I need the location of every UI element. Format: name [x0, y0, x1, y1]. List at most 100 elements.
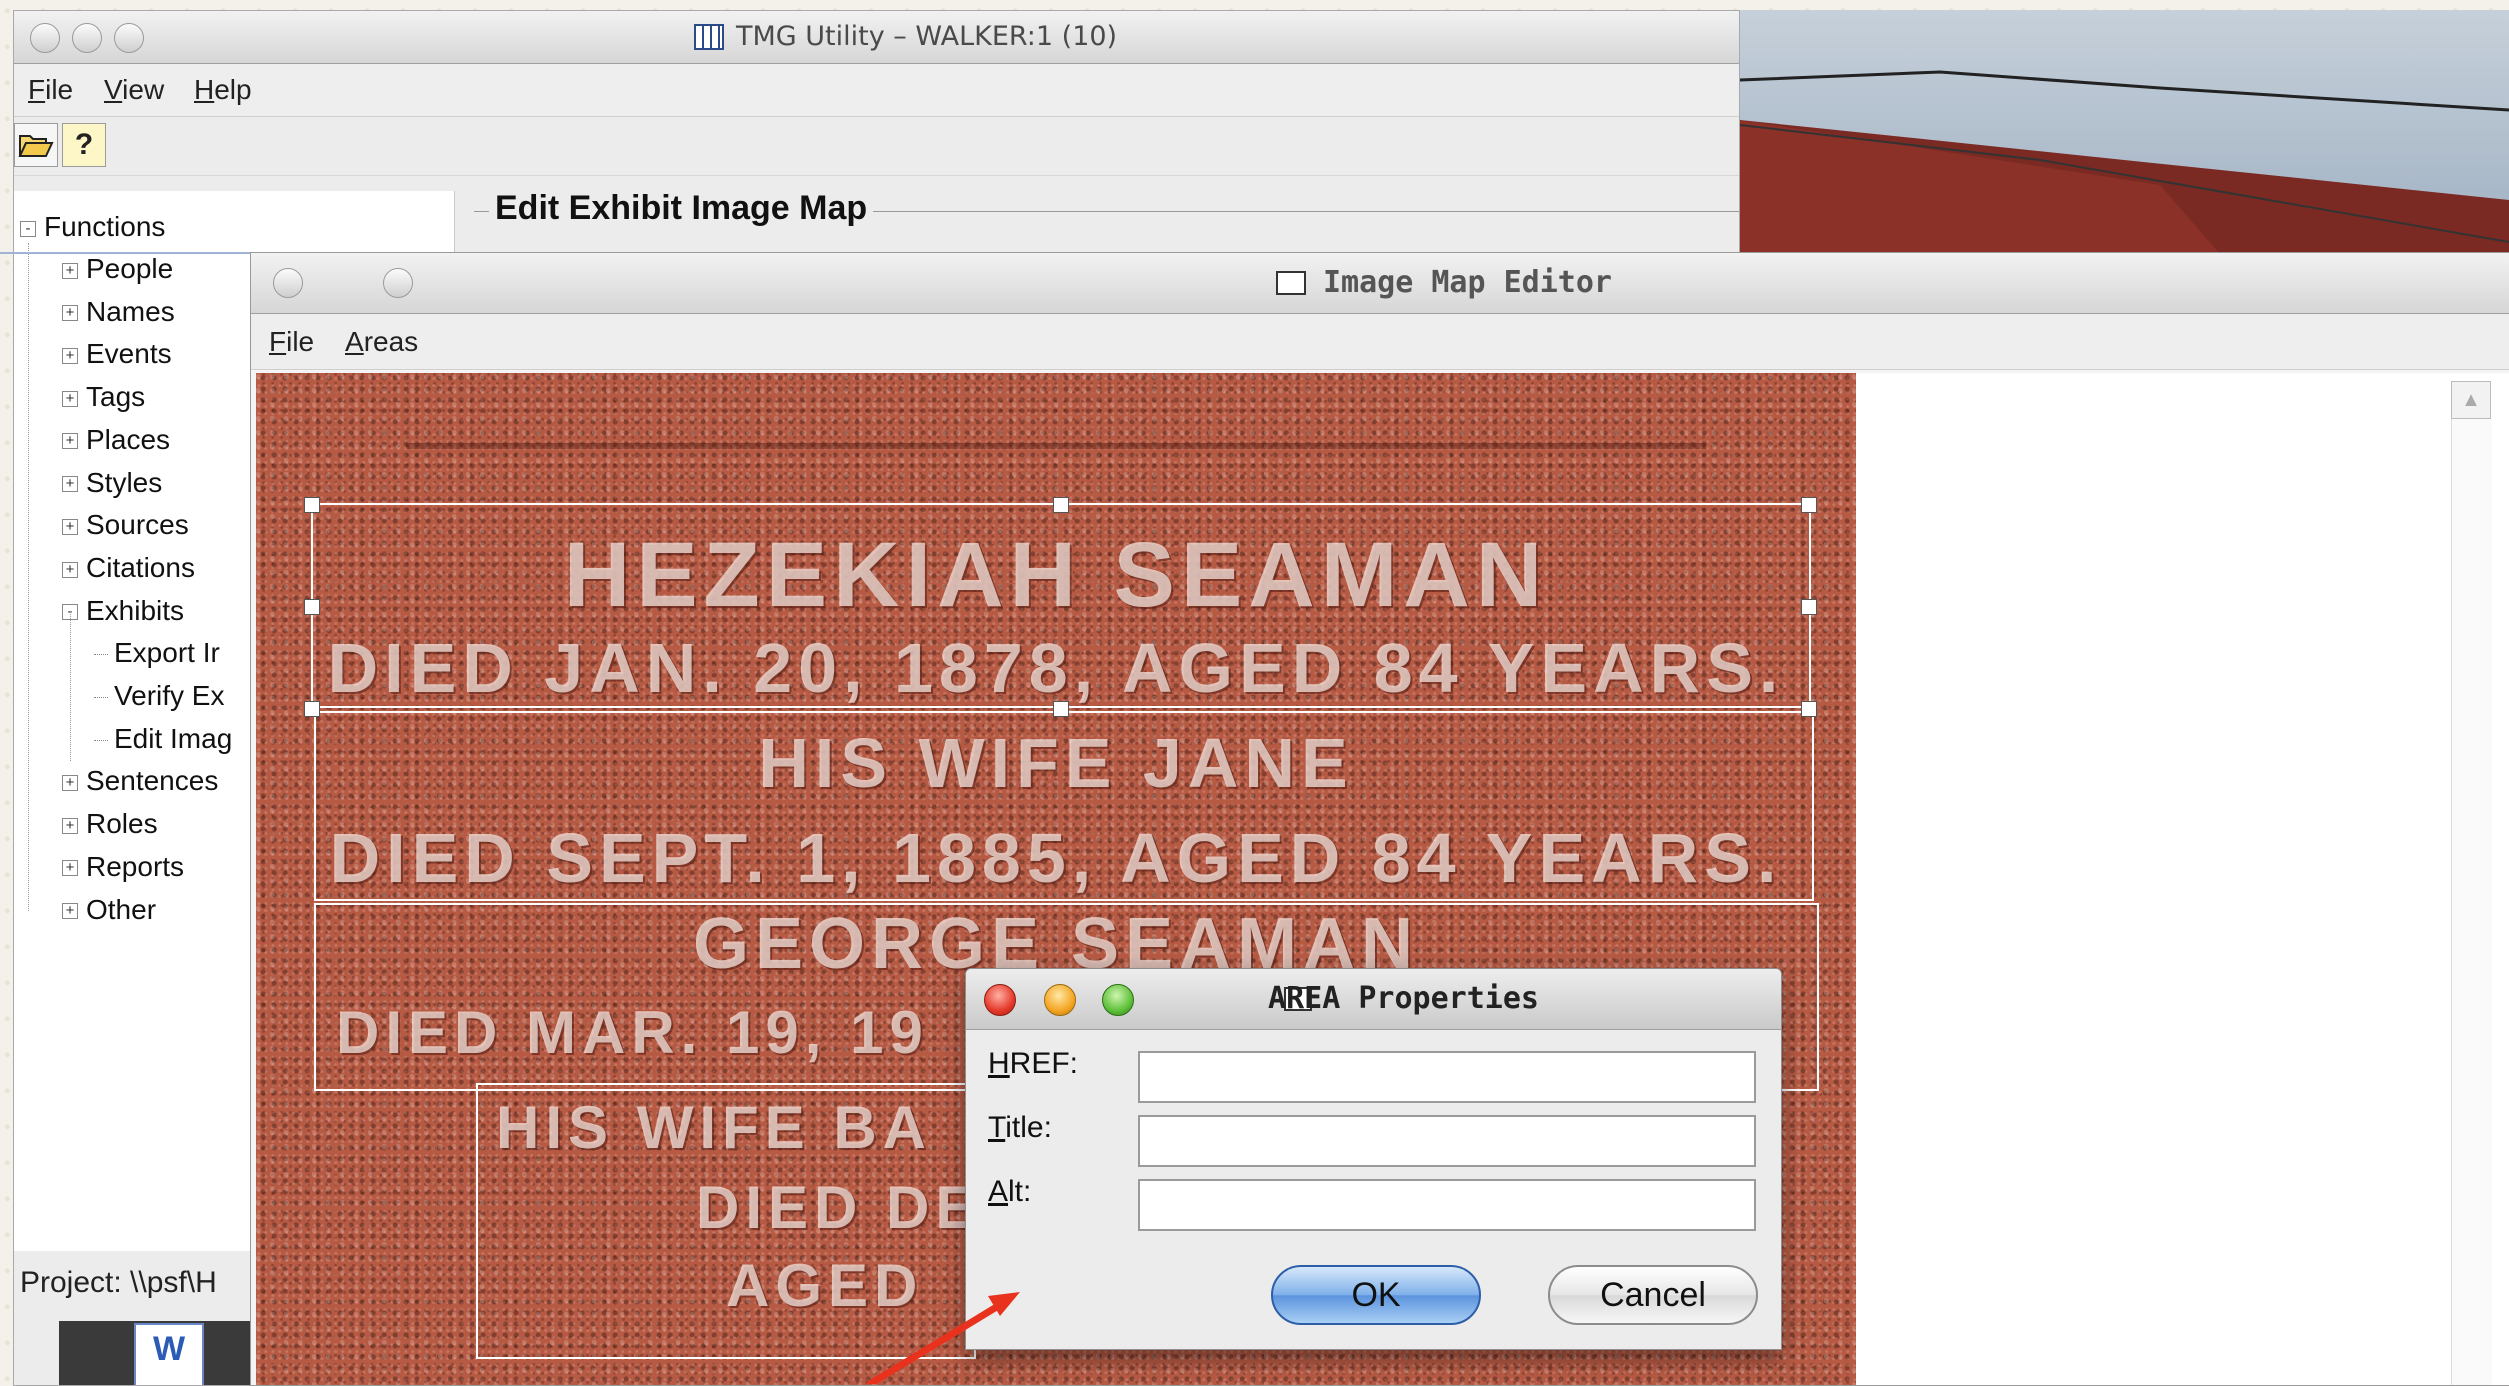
resize-handle[interactable]	[1801, 497, 1817, 513]
resize-handle[interactable]	[1053, 497, 1069, 513]
alt-input[interactable]	[1138, 1179, 1756, 1231]
tree-connector	[94, 739, 108, 741]
dialog-title: AREA Properties	[1268, 981, 1539, 1016]
word-document-icon[interactable]: W	[134, 1323, 204, 1385]
expand-icon[interactable]: +	[62, 262, 78, 279]
tree-item[interactable]: + Reports	[62, 847, 184, 887]
tree-guide-line	[70, 611, 71, 761]
expand-icon[interactable]: +	[62, 476, 78, 493]
tree-item[interactable]: Edit Imag	[94, 719, 232, 759]
ime-side-panel	[1856, 373, 2509, 1385]
tmg-menubar: File View Help	[14, 64, 1739, 117]
tree-item[interactable]: + Sentences	[62, 761, 218, 801]
tree-item-label: Other	[86, 893, 157, 925]
resize-handle[interactable]	[1053, 701, 1069, 717]
tree-item-label: Verify Ex	[114, 680, 225, 711]
cancel-button[interactable]: Cancel	[1548, 1265, 1758, 1325]
ime-titlebar[interactable]: Image Map Editor	[251, 253, 2509, 314]
expand-icon[interactable]: +	[62, 860, 78, 877]
map-area[interactable]	[314, 711, 1814, 901]
scroll-up-arrow-icon[interactable]: ▲	[2451, 381, 2491, 419]
tree-item-label: People	[86, 253, 174, 284]
expand-icon[interactable]: +	[62, 348, 78, 364]
minimize-window-button[interactable]	[72, 23, 102, 53]
ime-window-title: Image Map Editor	[1323, 265, 1612, 300]
tree-item-label: Places	[86, 423, 171, 455]
tmg-toolbar: ?	[14, 117, 1739, 176]
expand-icon[interactable]: +	[62, 561, 78, 578]
window-icon	[1276, 271, 1306, 295]
tree-item-label: Sentences	[86, 765, 219, 797]
href-label: HREF:	[988, 1047, 1079, 1080]
menu-file[interactable]: File	[28, 64, 73, 116]
tree-item[interactable]: + Sources	[62, 505, 189, 545]
menu-help[interactable]: Help	[194, 64, 252, 116]
tree-item[interactable]: + Names	[62, 292, 175, 332]
tree-item[interactable]: + Places	[62, 420, 170, 460]
tree-item-label: Reports	[86, 850, 185, 882]
href-input[interactable]	[1138, 1051, 1756, 1103]
table-app-icon	[694, 24, 724, 50]
tree-connector	[94, 697, 108, 699]
ime-menubar: File Areas	[251, 314, 2509, 370]
tree-item-label: Export Ir	[114, 637, 220, 669]
expand-icon[interactable]: +	[62, 775, 78, 791]
tree-item[interactable]: + Styles	[62, 463, 162, 503]
dialog-titlebar[interactable]: AREA Properties	[966, 969, 1781, 1030]
tree-item[interactable]: + Tags	[62, 377, 145, 417]
resize-handle[interactable]	[304, 701, 320, 717]
group-box-title: Edit Exhibit Image Map	[489, 189, 874, 228]
ok-button[interactable]: OK	[1271, 1265, 1481, 1325]
tree-item-label: Sources	[86, 509, 189, 541]
tree-item[interactable]: + Other	[62, 890, 156, 930]
expand-icon[interactable]: +	[62, 518, 78, 535]
tree-item-label: Names	[86, 295, 175, 327]
tree-item[interactable]: + Roles	[62, 804, 158, 844]
tree-item-label: Tags	[86, 381, 146, 413]
resize-handle[interactable]	[1801, 599, 1817, 615]
tree-item[interactable]: + Citations	[62, 548, 195, 588]
tree-item-label: Events	[86, 338, 172, 370]
menu-view[interactable]: View	[104, 64, 164, 116]
stone-edge	[406, 443, 1706, 489]
resize-handle[interactable]	[1801, 701, 1817, 717]
minimize-window-button[interactable]	[383, 268, 413, 298]
tree-guide-line	[28, 243, 29, 911]
expand-icon[interactable]: +	[62, 390, 78, 407]
tree-item-label: Styles	[86, 466, 163, 498]
tree-connector	[94, 654, 108, 656]
tree-item[interactable]: - Exhibits	[62, 591, 184, 631]
resize-handle[interactable]	[304, 497, 320, 513]
vertical-scrollbar[interactable]	[2451, 419, 2492, 1385]
title-label: Title:	[988, 1111, 1052, 1144]
tree-item-label: Citations	[86, 551, 195, 583]
title-input[interactable]	[1138, 1115, 1756, 1167]
alt-label: Alt:	[988, 1175, 1032, 1208]
tmg-window-title: TMG Utility – WALKER:1 (10)	[736, 21, 1118, 52]
resize-handle[interactable]	[304, 599, 320, 615]
tree-item[interactable]: Verify Ex	[94, 676, 224, 716]
zoom-window-button[interactable]	[114, 23, 144, 53]
tree-item-label: Roles	[86, 808, 158, 840]
expand-icon[interactable]: +	[62, 433, 78, 450]
tree-item[interactable]: + Events	[62, 334, 172, 374]
close-window-button[interactable]	[30, 23, 60, 53]
close-window-button[interactable]	[273, 268, 303, 298]
collapse-icon[interactable]: -	[20, 220, 36, 237]
tree-item[interactable]: Export Ir	[94, 633, 220, 673]
tree-item[interactable]: + People	[62, 249, 173, 289]
expand-icon[interactable]: +	[62, 305, 78, 322]
tmg-titlebar[interactable]: TMG Utility – WALKER:1 (10)	[14, 11, 1739, 64]
expand-icon[interactable]: +	[62, 817, 78, 834]
menu-areas[interactable]: Areas	[345, 314, 418, 369]
map-area[interactable]	[476, 1083, 976, 1359]
map-area-selected[interactable]	[311, 503, 1811, 708]
tree-root-functions[interactable]: - Functions	[20, 207, 165, 247]
expand-icon[interactable]: +	[62, 903, 78, 920]
area-properties-dialog: AREA Properties HREF: Title: Alt: OK Can…	[965, 968, 1782, 1350]
help-icon[interactable]: ?	[62, 123, 106, 167]
barn-photo	[1740, 10, 2509, 254]
project-path-label: Project: \\psf\H	[20, 1266, 217, 1299]
open-folder-icon[interactable]	[14, 123, 58, 167]
menu-file[interactable]: File	[269, 314, 314, 369]
